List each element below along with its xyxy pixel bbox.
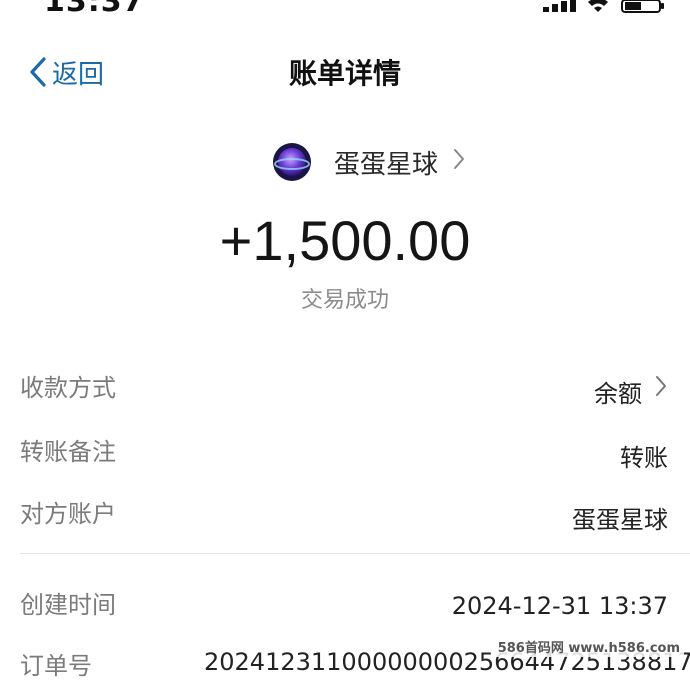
order-number-label: 订单号 <box>20 652 92 680</box>
payment-method-value[interactable]: 余额 <box>594 374 642 409</box>
planet-avatar-icon <box>273 143 311 181</box>
chevron-right-icon[interactable] <box>654 374 668 398</box>
status-bar-time: 13:37 <box>44 0 145 19</box>
transfer-note-value: 转账 <box>620 444 668 472</box>
payment-method-label: 收款方式 <box>20 374 116 402</box>
transaction-amount: +1,500.00 <box>219 209 471 272</box>
transaction-status: 交易成功 <box>300 288 389 313</box>
page-title: 账单详情 <box>288 57 401 90</box>
created-time-label: 创建时间 <box>20 591 116 619</box>
merchant-name: 蛋蛋星球 <box>334 149 439 180</box>
counterparty-value: 蛋蛋星球 <box>572 506 668 534</box>
counterparty-label: 对方账户 <box>20 500 116 528</box>
created-time-value: 2024-12-31 13:37 <box>451 592 668 620</box>
merchant-link[interactable]: 蛋蛋星球 <box>272 140 466 184</box>
cellular-signal-icon <box>543 0 576 12</box>
battery-icon <box>621 0 664 13</box>
wifi-icon <box>588 0 608 12</box>
transfer-note-label: 转账备注 <box>20 438 116 466</box>
site-watermark: 586首码网 www.h586.com <box>493 636 684 657</box>
chevron-right-icon <box>454 149 465 169</box>
divider <box>20 553 690 554</box>
